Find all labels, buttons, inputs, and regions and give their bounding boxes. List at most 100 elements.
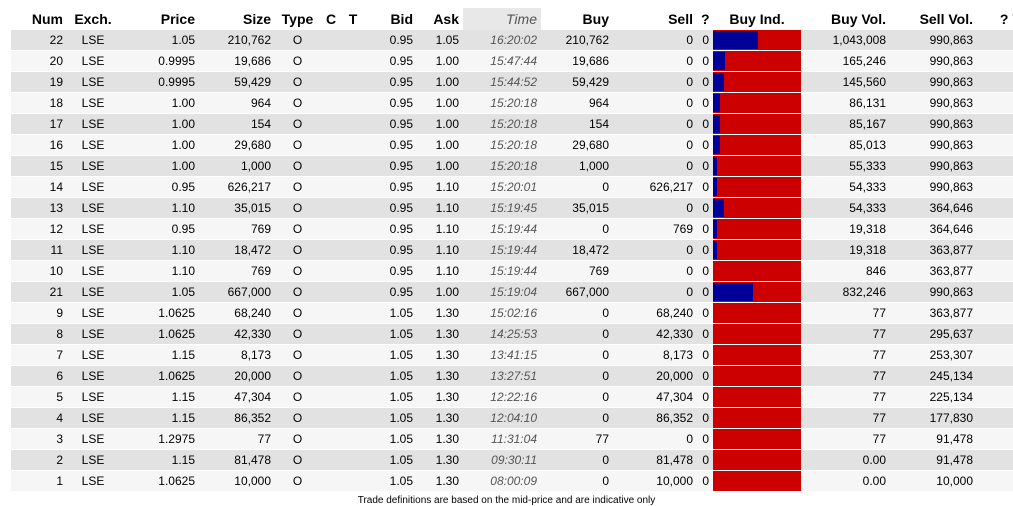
cell-exch: LSE: [67, 470, 119, 492]
header-sell-volume[interactable]: Sell Vol.: [890, 8, 977, 30]
cell-unknown: 0: [697, 449, 713, 471]
cell-ask: 1.00: [417, 113, 463, 135]
cell-c: [320, 428, 342, 450]
cell-num: 1: [11, 470, 67, 492]
cell-exch: LSE: [67, 449, 119, 471]
cell-buy-indicator: [713, 449, 801, 471]
cell-ask: 1.10: [417, 197, 463, 219]
table-row[interactable]: 11 LSE 1.10 18,472 O 0.95 1.10 15:19:44 18,472 0 0…: [11, 239, 1013, 261]
cell-unknown-volume: 0.00: [977, 113, 1013, 135]
cell-c: [320, 407, 342, 429]
cell-size: 10,000: [199, 470, 275, 492]
header-buy-indicator[interactable]: Buy Ind.: [713, 8, 801, 30]
cell-unknown-volume: 0.00: [977, 92, 1013, 114]
cell-t: [342, 134, 364, 156]
cell-sell: 8,173: [613, 344, 697, 366]
table-row[interactable]: 6 LSE 1.0625 20,000 O 1.05 1.30 13:27:51 0 20,000…: [11, 365, 1013, 387]
buy-indicator-bar: [713, 73, 725, 91]
cell-t: [342, 281, 364, 303]
cell-num: 14: [11, 176, 67, 198]
table-row[interactable]: 17 LSE 1.00 154 O 0.95 1.00 15:20:18 154 0 0 85,167…: [11, 113, 1013, 135]
cell-unknown-volume: 0.00: [977, 323, 1013, 345]
table-row[interactable]: 10 LSE 1.10 769 O 0.95 1.10 15:19:44 769 0 0 846 363…: [11, 260, 1013, 282]
table-row[interactable]: 18 LSE 1.00 964 O 0.95 1.00 15:20:18 964 0 0 86,131…: [11, 92, 1013, 114]
cell-bid: 1.05: [364, 323, 417, 345]
cell-price: 1.0625: [119, 365, 199, 387]
header-type[interactable]: Type: [275, 8, 320, 30]
cell-buy-indicator: [713, 176, 801, 198]
cell-type: O: [275, 281, 320, 303]
cell-bid: 0.95: [364, 50, 417, 72]
cell-bid: 1.05: [364, 344, 417, 366]
cell-buy: 0: [541, 344, 613, 366]
cell-bid: 0.95: [364, 155, 417, 177]
cell-type: O: [275, 92, 320, 114]
cell-sell-volume: 363,877: [890, 239, 977, 261]
cell-type: O: [275, 260, 320, 282]
cell-buy-indicator: [713, 113, 801, 135]
header-bid[interactable]: Bid: [364, 8, 417, 30]
cell-sell: 0: [613, 134, 697, 156]
cell-num: 13: [11, 197, 67, 219]
cell-unknown-volume: 0.00: [977, 134, 1013, 156]
cell-sell-volume: 990,863: [890, 176, 977, 198]
table-row[interactable]: 13 LSE 1.10 35,015 O 0.95 1.10 15:19:45 35,015 0 0…: [11, 197, 1013, 219]
header-time[interactable]: Time: [463, 8, 541, 30]
header-ask[interactable]: Ask: [417, 8, 463, 30]
cell-exch: LSE: [67, 176, 119, 198]
table-row[interactable]: 5 LSE 1.15 47,304 O 1.05 1.30 12:22:16 0 47,304 0 7…: [11, 386, 1013, 408]
header-unknown[interactable]: ?: [697, 8, 713, 30]
cell-c: [320, 134, 342, 156]
header-t[interactable]: T: [342, 8, 364, 30]
header-buy-volume[interactable]: Buy Vol.: [801, 8, 890, 30]
table-row[interactable]: 20 LSE 0.9995 19,686 O 0.95 1.00 15:47:44 19,686…: [11, 50, 1013, 72]
cell-sell-volume: 990,863: [890, 30, 977, 51]
table-row[interactable]: 1 LSE 1.0625 10,000 O 1.05 1.30 08:00:09 0 10,000…: [11, 470, 1013, 492]
header-size[interactable]: Size: [199, 8, 275, 30]
cell-sell: 68,240: [613, 302, 697, 324]
cell-exch: LSE: [67, 386, 119, 408]
table-row[interactable]: 22 LSE 1.05 210,762 O 0.95 1.05 16:20:02 210,762…: [11, 30, 1013, 51]
table-row[interactable]: 15 LSE 1.00 1,000 O 0.95 1.00 15:20:18 1,000 0 0 55…: [11, 155, 1013, 177]
cell-size: 769: [199, 260, 275, 282]
table-row[interactable]: 19 LSE 0.9995 59,429 O 0.95 1.00 15:44:52 59,429…: [11, 71, 1013, 93]
cell-sell: 626,217: [613, 176, 697, 198]
header-price[interactable]: Price: [119, 8, 199, 30]
cell-unknown-volume: 0.00: [977, 155, 1013, 177]
table-row[interactable]: 4 LSE 1.15 86,352 O 1.05 1.30 12:04:10 0 86,352 0 7…: [11, 407, 1013, 429]
header-unknown-volume[interactable]: ? Vol.: [977, 8, 1013, 30]
cell-sell: 0: [613, 155, 697, 177]
cell-num: 20: [11, 50, 67, 72]
table-row[interactable]: 21 LSE 1.05 667,000 O 0.95 1.00 15:19:04 667,000…: [11, 281, 1013, 303]
table-row[interactable]: 3 LSE 1.2975 77 O 1.05 1.30 11:31:04 77 0 0 77 91,47…: [11, 428, 1013, 450]
table-row[interactable]: 7 LSE 1.15 8,173 O 1.05 1.30 13:41:15 0 8,173 0 77 2…: [11, 344, 1013, 366]
cell-c: [320, 113, 342, 135]
cell-unknown: 0: [697, 365, 713, 387]
header-sell[interactable]: Sell: [613, 8, 697, 30]
header-exch[interactable]: Exch.: [67, 8, 119, 30]
cell-time: 15:02:16: [463, 302, 541, 324]
cell-buy-volume: 77: [801, 365, 890, 387]
table-row[interactable]: 16 LSE 1.00 29,680 O 0.95 1.00 15:20:18 29,680 0 0…: [11, 134, 1013, 156]
table-row[interactable]: 9 LSE 1.0625 68,240 O 1.05 1.30 15:02:16 0 68,240…: [11, 302, 1013, 324]
cell-num: 8: [11, 323, 67, 345]
table-row[interactable]: 8 LSE 1.0625 42,330 O 1.05 1.30 14:25:53 0 42,330…: [11, 323, 1013, 345]
table-row[interactable]: 2 LSE 1.15 81,478 O 1.05 1.30 09:30:11 0 81,478 0 0…: [11, 449, 1013, 471]
cell-buy: 154: [541, 113, 613, 135]
cell-exch: LSE: [67, 155, 119, 177]
table-row[interactable]: 14 LSE 0.95 626,217 O 0.95 1.10 15:20:01 0 626,21…: [11, 176, 1013, 198]
table-row[interactable]: 12 LSE 0.95 769 O 0.95 1.10 15:19:44 0 769 0 19,318…: [11, 218, 1013, 240]
header-c[interactable]: C: [320, 8, 342, 30]
cell-buy-volume: 85,013: [801, 134, 890, 156]
cell-c: [320, 260, 342, 282]
cell-buy-indicator: [713, 197, 801, 219]
cell-sell: 47,304: [613, 386, 697, 408]
cell-time: 16:20:02: [463, 30, 541, 51]
header-buy[interactable]: Buy: [541, 8, 613, 30]
header-num[interactable]: Num: [11, 8, 67, 30]
cell-buy-indicator: [713, 428, 801, 450]
cell-buy-volume: 0.00: [801, 449, 890, 471]
cell-unknown: 0: [697, 155, 713, 177]
cell-exch: LSE: [67, 218, 119, 240]
cell-type: O: [275, 134, 320, 156]
